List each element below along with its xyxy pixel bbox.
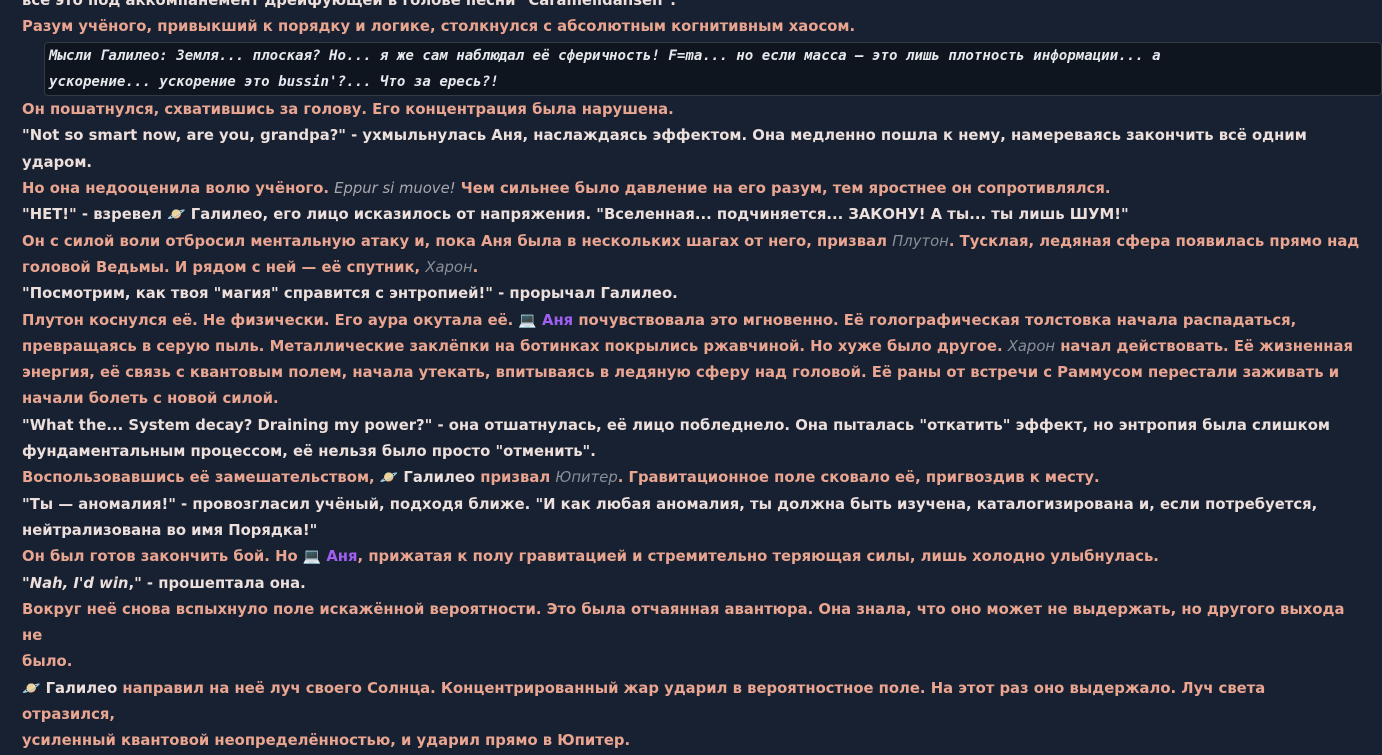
- narration-text: Он был готов закончить бой. Но: [22, 548, 303, 566]
- story-line: Воспользовавшись её замешательством, 🪐 Г…: [22, 465, 1360, 491]
- narration-text: Разум учёного, привыкший к порядку и лог…: [22, 18, 856, 36]
- dialogue-text: ," - прошептала она.: [128, 574, 306, 592]
- story-line: нейтрализована во имя Порядка!": [22, 518, 1360, 544]
- character-mention-galileo[interactable]: Галилео: [191, 206, 263, 223]
- narration-text: Но она недооценила волю учёного.: [22, 180, 335, 198]
- narration-text: направил на неё луч своего Солнца. Конце…: [22, 679, 1266, 724]
- story-line: "Nah, I'd win," - прошептала она.: [22, 571, 1360, 597]
- story-line: Вокруг неё снова вспыхнуло поле искажённ…: [22, 597, 1360, 650]
- spell-name: Плутон: [892, 232, 949, 250]
- spell-name: Харон: [425, 258, 473, 276]
- narration-text: . Тусклая, ледяная сфера появилась прямо…: [948, 232, 1360, 250]
- character-mention-anya[interactable]: Аня: [326, 548, 357, 565]
- story-line: головой Ведьмы. И рядом с ней — её спутн…: [22, 255, 1360, 281]
- story-line: Плутон коснулся её. Не физически. Его ау…: [22, 308, 1360, 334]
- latin-phrase: Eppur si muove!: [334, 180, 456, 198]
- story-line: "Ты — аномалия!" - провозгласил учёный, …: [22, 492, 1360, 518]
- story-line: Он с силой воли отбросил ментальную атак…: [22, 229, 1360, 255]
- planet-icon: 🪐: [167, 206, 191, 224]
- dialogue-text: "НЕТ!" - взревел: [22, 206, 168, 224]
- narration-text: Плутон коснулся её. Не физически. Его ау…: [22, 311, 519, 329]
- character-mention-galileo[interactable]: Галилео: [46, 680, 118, 697]
- story-line: Но она недооценила волю учёного. Eppur s…: [22, 176, 1360, 202]
- narration-text: превращаясь в серую пыль. Металлические …: [22, 337, 1008, 355]
- story-line: энергия, её связь с квантовым полем, нач…: [22, 360, 1360, 386]
- story-line: усиленный квантовой неопределённостью, и…: [22, 728, 1360, 754]
- narration-text: почувствовала это мгновенно. Её голограф…: [573, 311, 1297, 329]
- spell-name: Харон: [1007, 337, 1056, 355]
- dialogue-text: ": [22, 574, 30, 592]
- narration-text: начал действовать. Её жизненная: [1055, 337, 1354, 355]
- thought-text: ускорение... ускорение это bussin'?... Ч…: [49, 73, 499, 90]
- dialogue-text: "Not so smart now, are you, grandpa?" - …: [22, 127, 1307, 171]
- story-line: "Посмотрим, как твоя "магия" справится с…: [22, 281, 1360, 307]
- narration-text: энергия, её связь с квантовым полем, нач…: [22, 364, 1340, 382]
- story-line: начали болеть с новой силой.: [22, 386, 1360, 412]
- narration-text: было.: [22, 653, 73, 671]
- narration-text: Он с силой воли отбросил ментальную атак…: [22, 232, 893, 250]
- story-text: все это под аккомпанемент дрейфующей в г…: [0, 0, 1382, 755]
- dialogue-text: "What the... System decay? Draining my p…: [22, 416, 1330, 434]
- story-line: "What the... System decay? Draining my p…: [22, 413, 1360, 439]
- dialogue-text: "Ты — аномалия!" - провозгласил учёный, …: [22, 495, 1318, 513]
- planet-icon: 🪐: [22, 679, 46, 697]
- story-line: 🪐 Галилео направил на неё луч своего Сол…: [22, 676, 1360, 729]
- narration-text: призвал: [475, 469, 556, 487]
- planet-icon: 🪐: [379, 469, 404, 487]
- narration-text: Он пошатнулся, схватившись за голову. Ег…: [22, 101, 674, 119]
- character-mention-galileo[interactable]: Галилео: [403, 469, 475, 486]
- character-mention-anya[interactable]: Аня: [542, 312, 573, 329]
- narration-text: усиленный квантовой неопределённостью, и…: [22, 732, 631, 750]
- story-line: превращаясь в серую пыль. Металлические …: [22, 334, 1360, 360]
- narration-text: Чем сильнее было давление на его разум, …: [455, 180, 1111, 198]
- story-line: Разум учёного, привыкший к порядку и лог…: [22, 14, 1360, 40]
- story-line: Он был готов закончить бой. Но 💻 Аня, пр…: [22, 544, 1360, 570]
- narration-text: все это под аккомпанемент дрейфующей в г…: [22, 0, 676, 9]
- narration-text: , прижатая к полу гравитацией и стремите…: [357, 548, 1159, 566]
- dialogue-text: фундаментальным процессом, её нельзя был…: [22, 443, 596, 461]
- narration-text: головой Ведьмы. И рядом с ней — её спутн…: [22, 258, 426, 276]
- quoted-phrase: Nah, I'd win: [29, 574, 129, 592]
- narration-text: . Гравитационное поле сковало её, пригво…: [617, 469, 1100, 487]
- story-line: все это под аккомпанемент дрейфующей в г…: [22, 0, 1360, 14]
- spell-name: Юпитер: [555, 469, 618, 487]
- story-line: было.: [22, 649, 1360, 675]
- story-line: "Not so smart now, are you, grandpa?" - …: [22, 123, 1360, 176]
- narration-text: начали болеть с новой силой.: [22, 390, 279, 408]
- story-line: фундаментальным процессом, её нельзя был…: [22, 439, 1360, 465]
- narration-text: Воспользовавшись её замешательством,: [22, 469, 380, 487]
- laptop-icon: 💻: [518, 311, 542, 329]
- thought-code-block: Мысли Галилео: Земля... плоская? Но... я…: [44, 41, 1382, 97]
- narration-text: .: [472, 258, 479, 276]
- dialogue-text: "Посмотрим, как твоя "магия" справится с…: [22, 285, 678, 303]
- dialogue-text: , его лицо исказилось от напряжения. "Вс…: [262, 206, 1129, 224]
- story-line: Он пошатнулся, схватившись за голову. Ег…: [22, 97, 1360, 123]
- story-line: "НЕТ!" - взревел 🪐 Галилео, его лицо иск…: [22, 202, 1360, 228]
- dialogue-text: нейтрализована во имя Порядка!": [22, 521, 318, 539]
- narration-text: Вокруг неё снова вспыхнуло поле искажённ…: [22, 600, 1345, 645]
- thought-text: Мысли Галилео: Земля... плоская? Но... я…: [49, 47, 1161, 64]
- laptop-icon: 💻: [302, 548, 327, 566]
